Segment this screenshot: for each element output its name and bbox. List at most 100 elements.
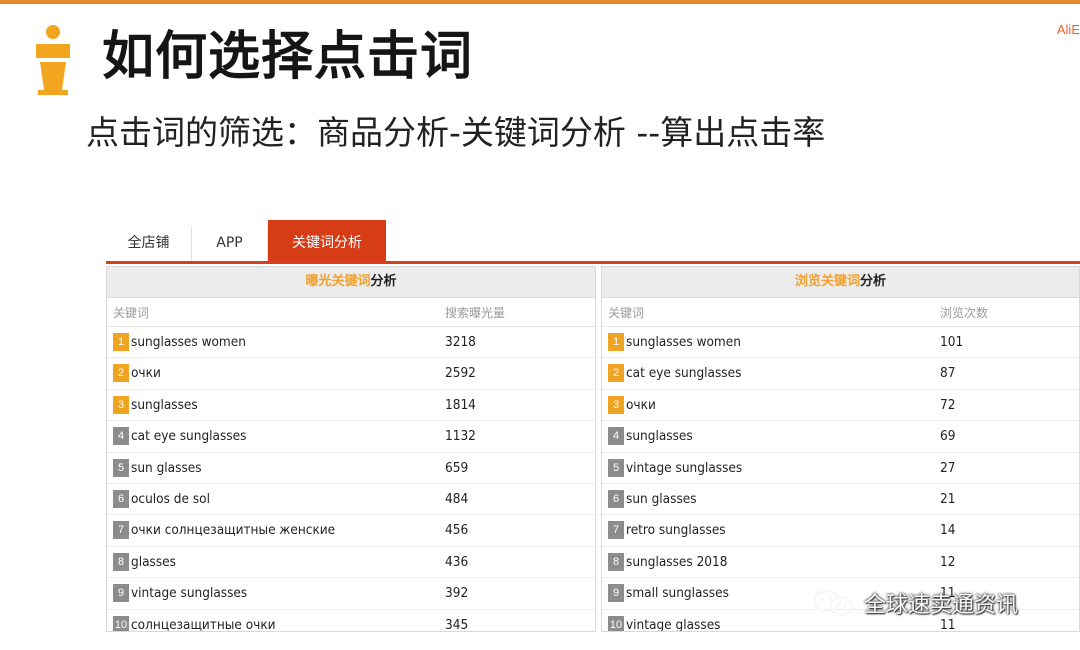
rank-badge: 4	[113, 427, 129, 446]
slide-title: 如何选择点击词	[102, 27, 474, 87]
table-row: 10 солнцезащитные очки 345	[107, 610, 595, 632]
value-cell: 659	[445, 459, 469, 476]
table-row: 9 vintage sunglasses 392	[107, 578, 595, 610]
keyword-cell: sunglasses women	[626, 334, 741, 350]
keyword-cell: vintage sunglasses	[131, 585, 248, 602]
rank-badge: 2	[113, 364, 129, 383]
rank-badge: 8	[113, 552, 129, 571]
value-cell: 392	[445, 585, 469, 602]
rank-badge: 7	[608, 521, 624, 540]
rank-badge: 9	[113, 584, 129, 603]
rank-badge: 6	[113, 489, 129, 508]
value-cell: 14	[940, 522, 956, 539]
value-cell: 21	[940, 490, 956, 507]
value-cell: 87	[940, 365, 956, 382]
keyword-cell: sunglasses 2018	[626, 553, 728, 570]
column-header-keyword: 关键词	[608, 306, 645, 320]
value-cell: 101	[940, 334, 964, 350]
browse-keyword-panel: 浏览关键词分析 关键词 浏览次数 1 sunglasses women 101 2 ca…	[601, 266, 1080, 632]
table-row: 6 sun glasses 21	[602, 484, 1079, 516]
panel-header: 曝光关键词分析	[107, 267, 595, 298]
table-row: 3 очки 72	[602, 390, 1079, 422]
column-header-value: 搜索曝光量	[445, 306, 506, 320]
slide-subtitle: 点击词的筛选：商品分析-关键词分析 --算出点击率	[86, 113, 826, 152]
panel-title-accent: 曝光关键词	[305, 274, 371, 289]
value-cell: 1132	[445, 428, 476, 445]
table-row: 5 vintage sunglasses 27	[602, 453, 1079, 484]
rank-badge: 4	[608, 427, 624, 446]
keyword-cell: cat eye sunglasses	[131, 428, 247, 445]
rank-badge: 9	[608, 584, 624, 603]
value-cell: 69	[940, 428, 956, 445]
keyword-cell: retro sunglasses	[626, 522, 726, 539]
keyword-cell: очки солнцезащитные женские	[131, 522, 336, 539]
value-cell: 2592	[445, 365, 476, 382]
table-row: 7 retro sunglasses 14	[602, 515, 1079, 547]
value-cell: 72	[940, 396, 956, 413]
rank-badge: 1	[608, 333, 624, 351]
value-cell: 1814	[445, 396, 476, 413]
keyword-cell: small sunglasses	[626, 585, 729, 602]
table-row: 6 oculos de sol 484	[107, 484, 595, 516]
column-header-row: 关键词 搜索曝光量	[107, 298, 595, 327]
rank-badge: 3	[113, 395, 129, 414]
keyword-cell: солнцезащитные очки	[131, 616, 276, 632]
rank-badge: 6	[608, 489, 624, 508]
value-cell: 484	[445, 490, 469, 507]
table-row: 4 cat eye sunglasses 1132	[107, 421, 595, 453]
column-header-row: 关键词 浏览次数	[602, 298, 1079, 327]
rank-badge: 7	[113, 521, 129, 540]
value-cell: 345	[445, 616, 469, 632]
rank-badge: 5	[113, 458, 129, 477]
keyword-cell: sunglasses	[626, 428, 693, 445]
top-accent-bar	[0, 0, 1080, 4]
keyword-cell: sun glasses	[626, 490, 697, 507]
brand-logo-text: AliE	[1056, 22, 1080, 37]
value-cell: 436	[445, 553, 469, 570]
table-row: 7 очки солнцезащитные женские 456	[107, 515, 595, 547]
table-row: 4 sunglasses 69	[602, 421, 1079, 453]
watermark-text: 全球速卖通资讯	[864, 593, 1019, 618]
tab-app[interactable]: APP	[192, 226, 268, 262]
keyword-cell: очки	[131, 365, 161, 382]
speaker-podium-icon	[36, 25, 70, 95]
keyword-cell: sunglasses	[131, 396, 198, 413]
table-row: 2 cat eye sunglasses 87	[602, 358, 1079, 390]
rank-badge: 10	[608, 615, 624, 631]
table-row: 1 sunglasses women 101	[602, 327, 1079, 359]
table-row: 8 sunglasses 2018 12	[602, 547, 1079, 579]
tab-keyword-analysis[interactable]: 关键词分析	[268, 220, 386, 264]
keyword-cell: sunglasses women	[131, 334, 246, 350]
panel-title-rest: 分析	[370, 274, 397, 289]
value-cell: 12	[940, 553, 956, 570]
panel-title-accent: 浏览关键词	[794, 274, 860, 289]
value-cell: 456	[445, 522, 469, 539]
rank-badge: 8	[608, 552, 624, 571]
table-row: 5 sun glasses 659	[107, 453, 595, 484]
column-header-value: 浏览次数	[940, 306, 989, 320]
rank-badge: 2	[608, 364, 624, 383]
table-row: 3 sunglasses 1814	[107, 390, 595, 422]
keyword-cell: очки	[626, 396, 656, 413]
table-row: 1 sunglasses women 3218	[107, 327, 595, 359]
wechat-icon	[812, 589, 854, 616]
rank-badge: 3	[608, 395, 624, 414]
rank-badge: 10	[113, 615, 129, 631]
keyword-cell: vintage sunglasses	[626, 459, 743, 476]
panel-title-rest: 分析	[860, 274, 887, 289]
exposure-keyword-panel: 曝光关键词分析 关键词 搜索曝光量 1 sunglasses women 3218 2…	[106, 266, 596, 632]
panel-header: 浏览关键词分析	[602, 267, 1079, 298]
watermark: 全球速卖通资讯	[810, 587, 1018, 619]
value-cell: 3218	[445, 334, 476, 350]
keyword-cell: vintage glasses	[626, 616, 721, 632]
column-header-keyword: 关键词	[113, 306, 150, 320]
rank-badge: 5	[608, 458, 624, 477]
keyword-cell: sun glasses	[131, 459, 202, 476]
table-row: 2 очки 2592	[107, 358, 595, 390]
tab-whole-store[interactable]: 全店铺	[106, 226, 192, 262]
table-row: 8 glasses 436	[107, 547, 595, 579]
rank-badge: 1	[113, 333, 129, 351]
keyword-cell: glasses	[131, 553, 176, 570]
tab-bar: 全店铺 APP 关键词分析	[106, 220, 1080, 264]
value-cell: 27	[940, 459, 956, 476]
